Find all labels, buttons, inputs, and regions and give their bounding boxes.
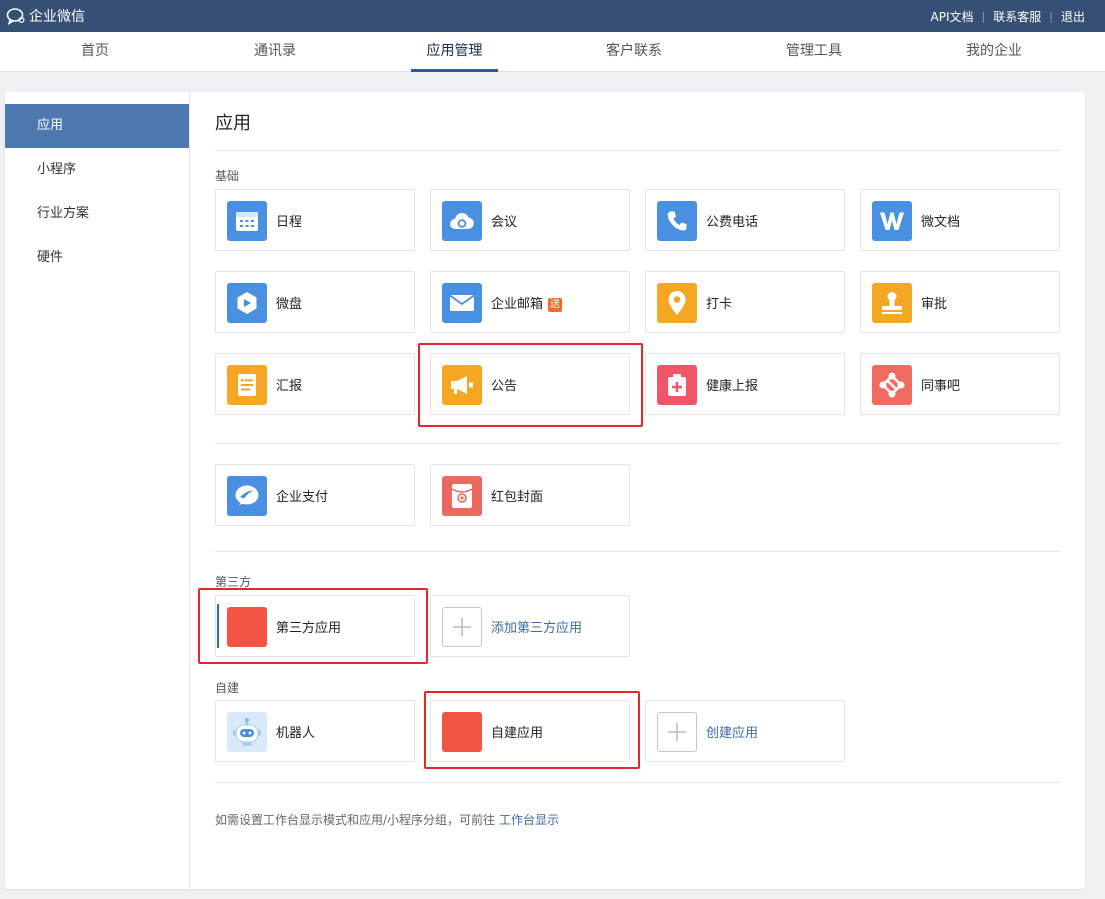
tab-customer-contact[interactable]: 客户联系 <box>592 32 676 72</box>
app-name: 同事吧 <box>921 379 961 394</box>
app-name-text: 企业邮箱 <box>491 297 544 312</box>
content-panel: 应用 小程序 行业方案 硬件 应用 基础 日程 会议 公费电话 微文档 微盘 企… <box>5 92 1085 889</box>
brand-name: 企业微信 <box>29 9 85 25</box>
colleague-network-icon <box>872 365 912 405</box>
tab-contacts[interactable]: 通讯录 <box>240 32 310 72</box>
stamp-icon <box>872 283 912 323</box>
calendar-icon <box>227 201 267 241</box>
main-nav: 首页 通讯录 应用管理 客户联系 管理工具 我的企业 <box>0 32 1105 72</box>
footer-note-text: 如需设置工作台显示模式和应用/小程序分组，可前往 <box>215 813 496 827</box>
sidebar-item-apps[interactable]: 应用 <box>5 104 189 148</box>
app-card-red-packet-cover[interactable]: 红包封面 <box>430 464 630 526</box>
brand-logo[interactable]: 企业微信 <box>6 6 85 26</box>
gift-badge: 送 <box>548 298 563 312</box>
app-card-schedule[interactable]: 日程 <box>215 189 415 251</box>
pay-icon <box>227 476 267 516</box>
app-name: 公告 <box>491 379 518 394</box>
sidebar-item-mini-programs[interactable]: 小程序 <box>5 148 189 192</box>
divider: | <box>981 10 986 23</box>
workbench-display-link[interactable]: 工作台显示 <box>499 813 559 827</box>
tab-management-tools[interactable]: 管理工具 <box>772 32 856 72</box>
divider <box>215 551 1060 552</box>
app-card-third-party-app[interactable]: 第三方应用 <box>215 595 415 657</box>
divider <box>215 443 1060 444</box>
app-name: 汇报 <box>276 379 303 394</box>
red-packet-icon <box>442 476 482 516</box>
medical-kit-icon <box>657 365 697 405</box>
drive-box-icon <box>227 283 267 323</box>
footer-note: 如需设置工作台显示模式和应用/小程序分组，可前往 工作台显示 <box>215 811 559 828</box>
megaphone-icon <box>442 365 482 405</box>
top-bar: 企业微信 API文档 | 联系客服 | 退出 <box>0 0 1105 32</box>
app-name: 企业邮箱送 <box>491 293 563 312</box>
add-third-party-app-button[interactable]: 添加第三方应用 <box>430 595 630 657</box>
app-card-custom-app[interactable]: 自建应用 <box>430 700 630 762</box>
sidebar-item-hardware[interactable]: 硬件 <box>5 236 189 280</box>
app-card-wedoc[interactable]: 微文档 <box>860 189 1060 251</box>
robot-icon <box>227 712 267 752</box>
logout-link[interactable]: 退出 <box>1061 8 1085 25</box>
custom-app-icon <box>442 712 482 752</box>
app-card-colleague-circle[interactable]: 同事吧 <box>860 353 1060 415</box>
app-name: 微文档 <box>921 215 961 230</box>
app-name: 微盘 <box>276 297 303 312</box>
app-name: 企业支付 <box>276 490 329 505</box>
w-doc-icon <box>872 201 912 241</box>
report-icon <box>227 365 267 405</box>
divider: | <box>1049 10 1053 23</box>
app-name: 创建应用 <box>706 726 759 741</box>
app-card-meeting[interactable]: 会议 <box>430 189 630 251</box>
app-name: 审批 <box>921 297 948 312</box>
app-card-drive[interactable]: 微盘 <box>215 271 415 333</box>
third-party-app-icon <box>227 607 267 647</box>
app-card-public-phone[interactable]: 公费电话 <box>645 189 845 251</box>
app-card-announcement[interactable]: 公告 <box>430 353 630 415</box>
section-label-custom: 自建 <box>215 681 240 695</box>
plus-icon <box>442 607 482 647</box>
sidebar: 应用 小程序 行业方案 硬件 <box>5 92 190 889</box>
app-name: 公费电话 <box>706 215 759 230</box>
phone-icon <box>657 201 697 241</box>
app-name: 红包封面 <box>491 490 544 505</box>
app-name: 自建应用 <box>491 726 544 741</box>
contact-support-link[interactable]: 联系客服 <box>993 8 1041 25</box>
tab-home[interactable]: 首页 <box>60 32 130 72</box>
api-docs-link[interactable]: API文档 <box>931 8 974 25</box>
app-name: 日程 <box>276 215 303 230</box>
app-name: 健康上报 <box>706 379 759 394</box>
app-card-report[interactable]: 汇报 <box>215 353 415 415</box>
cloud-meeting-icon <box>442 201 482 241</box>
app-card-robot[interactable]: 机器人 <box>215 700 415 762</box>
app-name: 会议 <box>491 215 518 230</box>
tab-app-management[interactable]: 应用管理 <box>411 32 498 72</box>
page-title: 应用 <box>215 113 251 134</box>
app-name: 打卡 <box>706 297 733 312</box>
app-card-health-report[interactable]: 健康上报 <box>645 353 845 415</box>
create-app-button[interactable]: 创建应用 <box>645 700 845 762</box>
app-name: 机器人 <box>276 726 316 741</box>
mail-icon <box>442 283 482 323</box>
app-card-approval[interactable]: 审批 <box>860 271 1060 333</box>
app-card-enterprise-mail[interactable]: 企业邮箱送 <box>430 271 630 333</box>
sidebar-item-industry-solutions[interactable]: 行业方案 <box>5 192 189 236</box>
app-card-check-in[interactable]: 打卡 <box>645 271 845 333</box>
top-links: API文档 | 联系客服 | 退出 <box>931 8 1085 25</box>
wecom-logo-icon <box>6 7 26 25</box>
location-pin-icon <box>657 283 697 323</box>
divider <box>215 150 1060 151</box>
section-label-third-party: 第三方 <box>215 575 252 589</box>
tab-my-enterprise[interactable]: 我的企业 <box>952 32 1036 72</box>
app-card-enterprise-pay[interactable]: 企业支付 <box>215 464 415 526</box>
divider <box>215 782 1060 783</box>
plus-icon <box>657 712 697 752</box>
app-name: 添加第三方应用 <box>491 621 583 636</box>
section-label-basic: 基础 <box>215 169 240 183</box>
app-name: 第三方应用 <box>276 621 342 636</box>
